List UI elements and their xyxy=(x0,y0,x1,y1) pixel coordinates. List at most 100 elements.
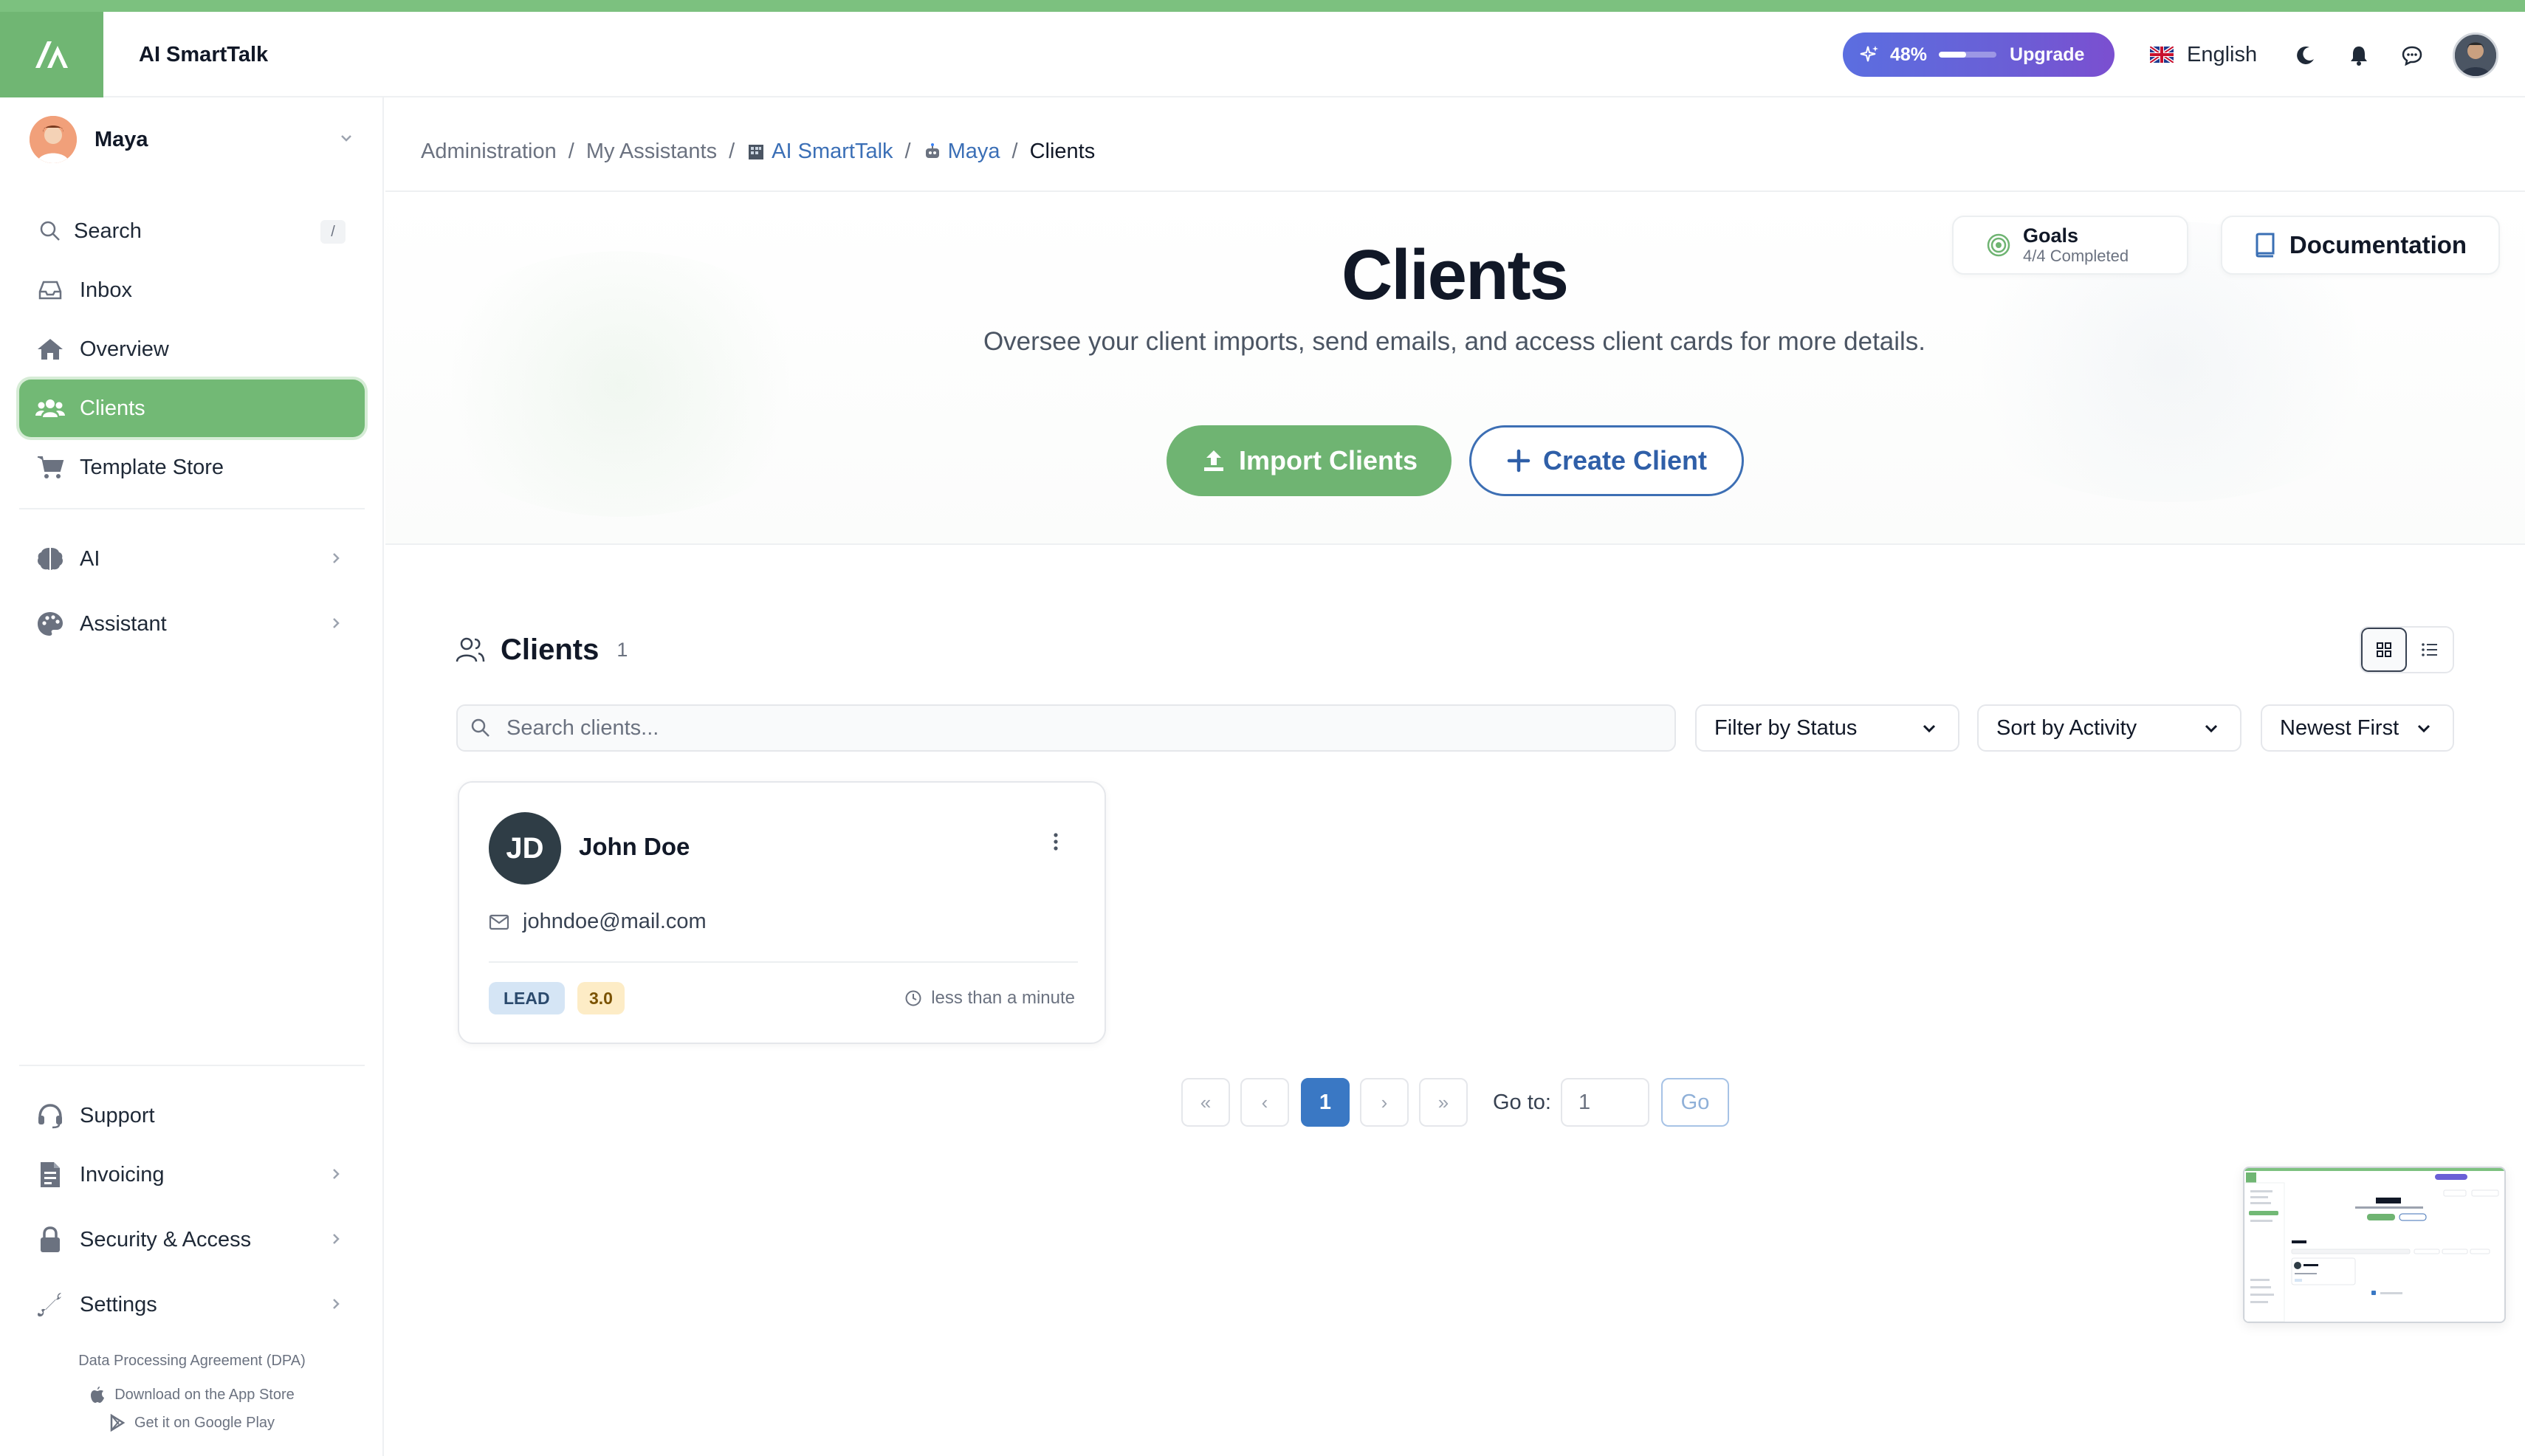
sidebar-item-label: Settings xyxy=(80,1292,157,1316)
import-clients-label: Import Clients xyxy=(1238,445,1418,475)
home-icon xyxy=(34,333,66,365)
sidebar-item-ai[interactable]: AI xyxy=(19,530,365,588)
sidebar-item-clients[interactable]: Clients xyxy=(19,380,365,437)
breadcrumb-my-assistants[interactable]: My Assistants xyxy=(586,140,717,164)
sidebar-item-label: Inbox xyxy=(80,278,132,302)
chevron-down-icon xyxy=(2417,724,2430,733)
client-card[interactable]: JD John Doe johndoe@mail.com LEAD 3.0 le… xyxy=(458,781,1106,1044)
goals-progress: 4/4 Completed xyxy=(2023,247,2129,265)
app-store-label: Download on the App Store xyxy=(114,1386,295,1403)
sidebar-divider xyxy=(19,1065,365,1066)
top-header: AI SmartTalk 48% Upgrade English xyxy=(0,12,2525,97)
page-button-current[interactable]: 1 xyxy=(1301,1078,1350,1127)
sort-activity-value: Sort by Activity xyxy=(1996,715,2137,740)
lock-icon xyxy=(34,1223,66,1256)
assistant-name: Maya xyxy=(95,127,148,151)
sidebar-item-support[interactable]: Support xyxy=(19,1087,365,1144)
upgrade-button[interactable]: Upgrade xyxy=(2010,44,2084,66)
client-avatar: JD xyxy=(489,812,561,885)
documentation-button[interactable]: Documentation xyxy=(2221,216,2500,275)
robot-icon xyxy=(923,142,942,161)
sidebar-item-inbox[interactable]: Inbox xyxy=(19,261,365,319)
breadcrumb-ai-smarttalk[interactable]: AI SmartTalk xyxy=(772,140,893,164)
chevron-right-icon xyxy=(328,1166,344,1182)
app-store-link[interactable]: Download on the App Store xyxy=(0,1384,384,1406)
bell-icon[interactable] xyxy=(2346,43,2371,68)
building-icon xyxy=(746,142,766,161)
usage-percent: 48% xyxy=(1890,44,1928,65)
dpa-link[interactable]: Data Processing Agreement (DPA) xyxy=(0,1353,384,1370)
clients-count: 1 xyxy=(616,638,628,661)
sidebar-item-invoicing[interactable]: Invoicing xyxy=(19,1146,365,1203)
usage-progress-fill xyxy=(1939,52,1967,58)
client-search-input[interactable] xyxy=(506,715,1614,741)
goto-page-input[interactable] xyxy=(1561,1078,1649,1127)
app-title: AI SmartTalk xyxy=(139,43,269,66)
assistant-switcher[interactable]: Maya xyxy=(30,114,354,165)
chevron-right-icon xyxy=(328,615,344,631)
sidebar-item-assistant[interactable]: Assistant xyxy=(19,595,365,653)
brain-icon xyxy=(34,543,66,575)
logo[interactable] xyxy=(0,12,103,97)
apple-icon xyxy=(89,1386,106,1404)
grid-view-button[interactable] xyxy=(2361,628,2407,672)
upload-icon xyxy=(1203,450,1223,471)
sidebar-item-label: Security & Access xyxy=(80,1227,252,1251)
view-toggle xyxy=(2360,626,2454,673)
list-icon xyxy=(2422,643,2437,656)
wrench-icon xyxy=(34,1288,66,1321)
google-play-label: Get it on Google Play xyxy=(134,1414,275,1431)
search-icon xyxy=(34,215,66,247)
upgrade-pill[interactable]: 48% Upgrade xyxy=(1843,32,2115,77)
card-divider xyxy=(489,961,1078,963)
client-email: johndoe@mail.com xyxy=(523,910,707,933)
uk-flag-icon xyxy=(2150,47,2174,63)
breadcrumb-maya[interactable]: Maya xyxy=(948,140,1000,164)
invoice-icon xyxy=(34,1158,66,1191)
create-client-button[interactable]: Create Client xyxy=(1469,425,1744,496)
sidebar-divider xyxy=(19,508,365,509)
sidebar-item-search[interactable]: Search / xyxy=(19,202,365,260)
goals-title: Goals xyxy=(2023,224,2079,247)
breadcrumb-separator: / xyxy=(904,139,911,163)
last-page-button[interactable]: » xyxy=(1419,1078,1468,1127)
sort-order-select[interactable]: Newest First xyxy=(2261,704,2454,752)
chevron-right-icon xyxy=(328,1296,344,1312)
moon-icon[interactable] xyxy=(2293,43,2318,68)
filter-status-value: Filter by Status xyxy=(1714,715,1858,740)
first-page-button[interactable]: « xyxy=(1181,1078,1230,1127)
palette-icon xyxy=(34,608,66,640)
sidebar-item-template-store[interactable]: Template Store xyxy=(19,439,365,496)
breadcrumb-administration[interactable]: Administration xyxy=(421,140,557,164)
chat-icon[interactable] xyxy=(2399,43,2425,68)
kebab-menu-icon[interactable] xyxy=(1048,827,1063,856)
goals-card[interactable]: Goals 4/4 Completed xyxy=(1952,216,2188,275)
sidebar-item-label: AI xyxy=(80,546,100,571)
goals-text: Goals 4/4 Completed xyxy=(2023,224,2129,266)
sidebar-item-settings[interactable]: Settings xyxy=(19,1276,365,1333)
next-page-button[interactable]: › xyxy=(1360,1078,1409,1127)
sidebar-item-security-access[interactable]: Security & Access xyxy=(19,1211,365,1268)
filter-status-select[interactable]: Filter by Status xyxy=(1695,704,1959,752)
client-email-row: johndoe@mail.com xyxy=(489,910,707,934)
page-subtitle: Oversee your client imports, send emails… xyxy=(983,327,1926,356)
hero-decoration xyxy=(413,251,827,517)
client-search[interactable] xyxy=(456,704,1676,752)
sidebar-item-label: Template Store xyxy=(80,455,224,479)
list-view-button[interactable] xyxy=(2407,628,2453,672)
sidebar-item-label: Invoicing xyxy=(80,1162,165,1187)
logo-icon xyxy=(35,41,68,68)
hero-divider xyxy=(385,543,2525,545)
page-minimap[interactable] xyxy=(2243,1167,2506,1323)
import-clients-button[interactable]: Import Clients xyxy=(1167,425,1452,496)
search-icon xyxy=(471,718,489,737)
sparkle-icon xyxy=(1859,44,1880,65)
google-play-link[interactable]: Get it on Google Play xyxy=(0,1412,384,1434)
sidebar-item-overview[interactable]: Overview xyxy=(19,320,365,378)
go-button[interactable]: Go xyxy=(1661,1078,1729,1127)
user-avatar[interactable] xyxy=(2453,32,2498,78)
sort-activity-select[interactable]: Sort by Activity xyxy=(1977,704,2241,752)
breadcrumb-separator: / xyxy=(568,139,574,163)
prev-page-button[interactable]: ‹ xyxy=(1240,1078,1289,1127)
language-selector[interactable]: English xyxy=(2150,32,2257,77)
